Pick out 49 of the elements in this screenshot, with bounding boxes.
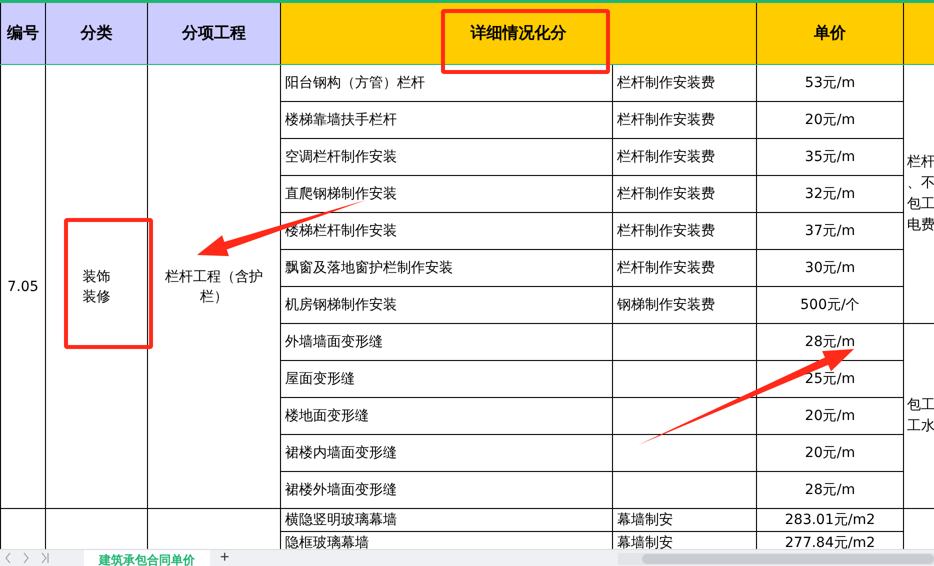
- detail-cell: 机房钢梯制作安装: [285, 297, 397, 313]
- price-cell: 28元/m: [804, 482, 856, 498]
- subitem-cell-text: 栏杆工程（含护栏）: [164, 268, 264, 306]
- fee-cell: 栏杆制作安装费: [617, 112, 715, 128]
- price-cell: 20元/m: [804, 112, 856, 128]
- detail-cell: 裙楼外墙面变形缝: [285, 482, 397, 498]
- detail-cell: 隐框玻璃幕墙: [285, 535, 369, 549]
- category-cell-text: 装饰装修: [81, 268, 112, 306]
- previous-sheet-icon[interactable]: [4, 552, 12, 564]
- column-header: 单价: [814, 23, 846, 42]
- add-sheet-button[interactable]: +: [210, 550, 240, 566]
- price-cell: 53元/m: [804, 75, 856, 91]
- price-cell: 30元/m: [804, 260, 856, 276]
- detail-cell: 楼梯靠墙扶手栏杆: [285, 112, 397, 128]
- column-header: 分类: [80, 23, 112, 42]
- price-cell: 277.84元/m2: [784, 535, 876, 549]
- horizontal-scrollbar[interactable]: [618, 553, 934, 565]
- fee-cell: 栏杆制作安装费: [617, 75, 715, 91]
- detail-cell: 横隐竖明玻璃幕墙: [285, 512, 397, 528]
- fee-cell: 栏杆制作安装费: [617, 223, 715, 239]
- detail-cell: 楼地面变形缝: [285, 408, 369, 424]
- price-cell: 20元/m: [804, 408, 856, 424]
- fee-cell: 栏杆制作安装费: [617, 149, 715, 165]
- price-cell: 37元/m: [804, 223, 856, 239]
- last-sheet-icon[interactable]: [40, 552, 50, 564]
- detail-cell: 空调栏杆制作安装: [285, 149, 397, 165]
- price-cell: 28元/m: [804, 334, 856, 350]
- column-header: 分项工程: [182, 23, 246, 42]
- price-cell: 25元/m: [804, 371, 856, 387]
- next-sheet-icon[interactable]: [22, 552, 30, 564]
- detail-cell: 屋面变形缝: [285, 371, 355, 387]
- column-header: 详细情况化分: [470, 23, 566, 42]
- price-cell: 500元/个: [800, 297, 860, 313]
- column-header: 编号: [7, 23, 39, 42]
- price-cell: 283.01元/m2: [784, 512, 876, 528]
- detail-cell: 裙楼内墙面变形缝: [285, 445, 397, 461]
- fee-cell: 栏杆制作安装费: [617, 186, 715, 202]
- number-cell: 7.05: [7, 278, 39, 294]
- fee-cell: 栏杆制作安装费: [617, 260, 715, 276]
- fee-cell: 钢梯制作安装费: [617, 297, 715, 313]
- detail-cell: 外墙墙面变形缝: [285, 334, 383, 350]
- fee-cell: 幕墙制安: [617, 535, 673, 549]
- detail-cell: 直爬钢梯制作安装: [285, 186, 397, 202]
- detail-cell: 飘窗及落地窗护栏制作安装: [285, 260, 453, 276]
- fee-cell: 幕墙制安: [617, 512, 673, 528]
- price-cell: 32元/m: [804, 186, 856, 202]
- price-cell: 20元/m: [804, 445, 856, 461]
- detail-cell: 阳台钢构（方管）栏杆: [285, 75, 425, 91]
- price-cell: 35元/m: [804, 149, 856, 165]
